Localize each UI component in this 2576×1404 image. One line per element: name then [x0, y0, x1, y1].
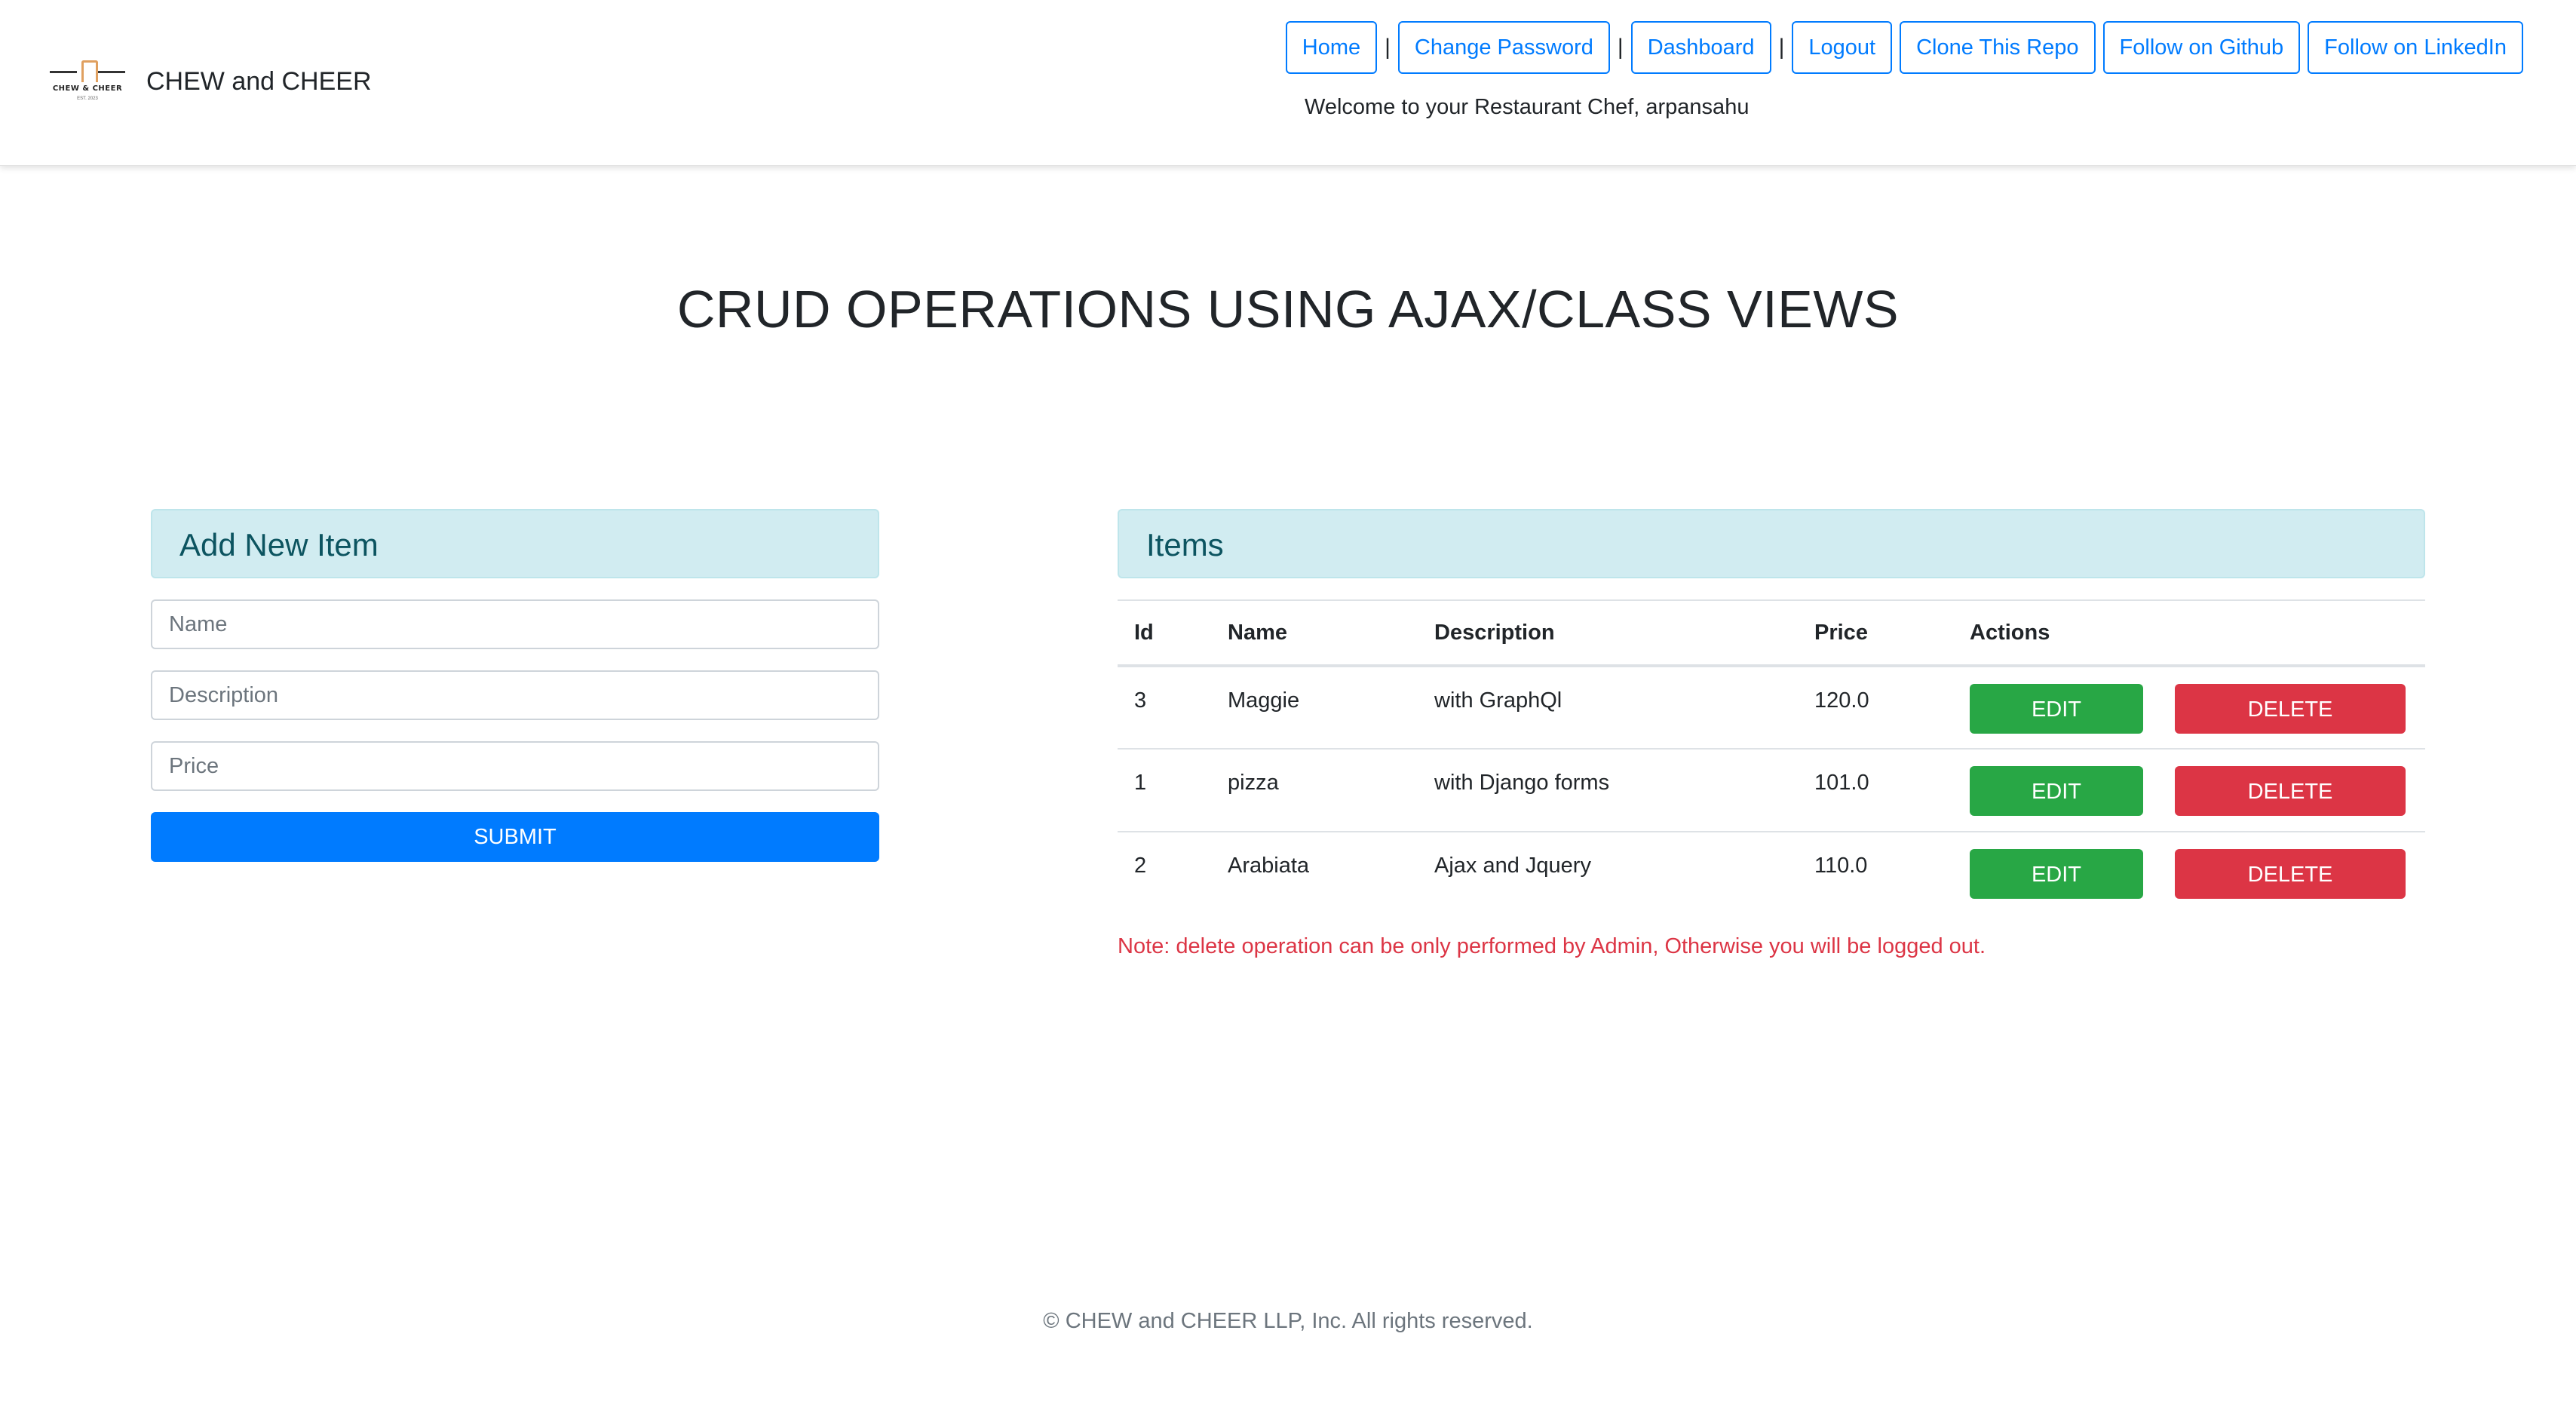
- page-title: CRUD OPERATIONS USING AJAX/CLASS VIEWS: [676, 280, 1900, 339]
- price-input[interactable]: [151, 741, 879, 791]
- item-description: with GraphQl: [1434, 688, 1562, 713]
- welcome-message: Welcome to your Restaurant Chef, arpansa…: [1305, 95, 1750, 119]
- nav-dashboard-button[interactable]: Dashboard: [1630, 21, 1771, 74]
- column-header-price: Price: [1798, 599, 1953, 667]
- logo-line-right: [98, 71, 125, 73]
- items-header: Items: [1118, 509, 2425, 578]
- nav-separator: |: [1385, 35, 1391, 60]
- add-item-form: SUBMIT: [151, 599, 879, 862]
- nav-separator: |: [1617, 35, 1624, 60]
- edit-button[interactable]: EDIT: [1970, 849, 2143, 899]
- column-header-description: Description: [1418, 599, 1798, 667]
- edit-button[interactable]: EDIT: [1970, 766, 2143, 816]
- delete-button[interactable]: DELETE: [2175, 766, 2406, 816]
- column-header-name: Name: [1211, 599, 1418, 667]
- submit-button[interactable]: SUBMIT: [151, 812, 879, 862]
- item-name: Arabiata: [1211, 831, 1418, 915]
- item-id: 3: [1134, 688, 1147, 713]
- nav-logout-button[interactable]: Logout: [1792, 21, 1893, 74]
- nav-separator: |: [1778, 35, 1785, 60]
- item-price: 110.0: [1798, 831, 1953, 915]
- add-item-section: Add New Item SUBMIT: [151, 509, 879, 862]
- navbar: CHEW & CHEER EST. 2023 CHEW and CHEER Ho…: [0, 0, 2576, 166]
- nav-clone-repo-button[interactable]: Clone This Repo: [1900, 21, 2096, 74]
- item-actions: EDIT DELETE: [1953, 748, 2425, 832]
- item-name: Maggie: [1228, 688, 1300, 713]
- logo-text: CHEW & CHEER: [52, 84, 123, 93]
- nav-home-button[interactable]: Home: [1285, 21, 1378, 74]
- item-id: 2: [1118, 831, 1211, 915]
- delete-button[interactable]: DELETE: [2175, 684, 2406, 734]
- admin-note: Note: delete operation can be only perfo…: [1118, 934, 1986, 958]
- item-actions: EDIT DELETE: [1953, 666, 2425, 749]
- item-price: 120.0: [1814, 688, 1869, 713]
- column-header-actions: Actions: [1953, 599, 2425, 667]
- table-row: 1 pizza with Django forms 101.0 EDIT DELE…: [1118, 748, 2425, 832]
- nav-change-password-button[interactable]: Change Password: [1397, 21, 1610, 74]
- table-header-row: Id Name Description Price Actions: [1118, 599, 2425, 667]
- brand[interactable]: CHEW & CHEER EST. 2023 CHEW and CHEER: [48, 59, 372, 104]
- brand-name[interactable]: CHEW and CHEER: [146, 67, 372, 97]
- page: CHEW & CHEER EST. 2023 CHEW and CHEER Ho…: [0, 0, 2576, 1404]
- logo-line-left: [50, 71, 77, 73]
- add-item-header: Add New Item: [151, 509, 879, 578]
- footer-copyright: © CHEW and CHEER LLP, Inc. All rights re…: [1043, 1309, 1533, 1333]
- items-table: Id Name Description Price Actions 3 Magg…: [1118, 599, 2425, 915]
- restaurant-logo: CHEW & CHEER EST. 2023: [48, 59, 127, 104]
- item-price: 101.0: [1798, 748, 1953, 832]
- item-name: pizza: [1211, 748, 1418, 832]
- nav-linkedin-button[interactable]: Follow on LinkedIn: [2308, 21, 2523, 74]
- nav-github-button[interactable]: Follow on Github: [2102, 21, 2301, 74]
- name-input[interactable]: [151, 599, 879, 649]
- delete-button[interactable]: DELETE: [2175, 849, 2406, 899]
- description-input[interactable]: [151, 670, 879, 720]
- item-description: Ajax and Jquery: [1418, 831, 1798, 915]
- item-actions: EDIT DELETE: [1953, 831, 2425, 915]
- nav-links: Home | Change Password | Dashboard | Log…: [1278, 21, 2523, 74]
- table-row: 3 Maggie with GraphQl 120.0 EDIT DELETE: [1118, 666, 2425, 749]
- fork-icon: [81, 60, 98, 82]
- column-header-id: Id: [1118, 599, 1211, 667]
- edit-button[interactable]: EDIT: [1970, 684, 2143, 734]
- table-row: 2 Arabiata Ajax and Jquery 110.0 EDIT DEL…: [1118, 831, 2425, 915]
- items-section: Items Id Name Description Price Actions …: [1118, 509, 2425, 959]
- item-id: 1: [1118, 748, 1211, 832]
- item-description: with Django forms: [1418, 748, 1798, 832]
- logo-subtext: EST. 2023: [77, 97, 98, 101]
